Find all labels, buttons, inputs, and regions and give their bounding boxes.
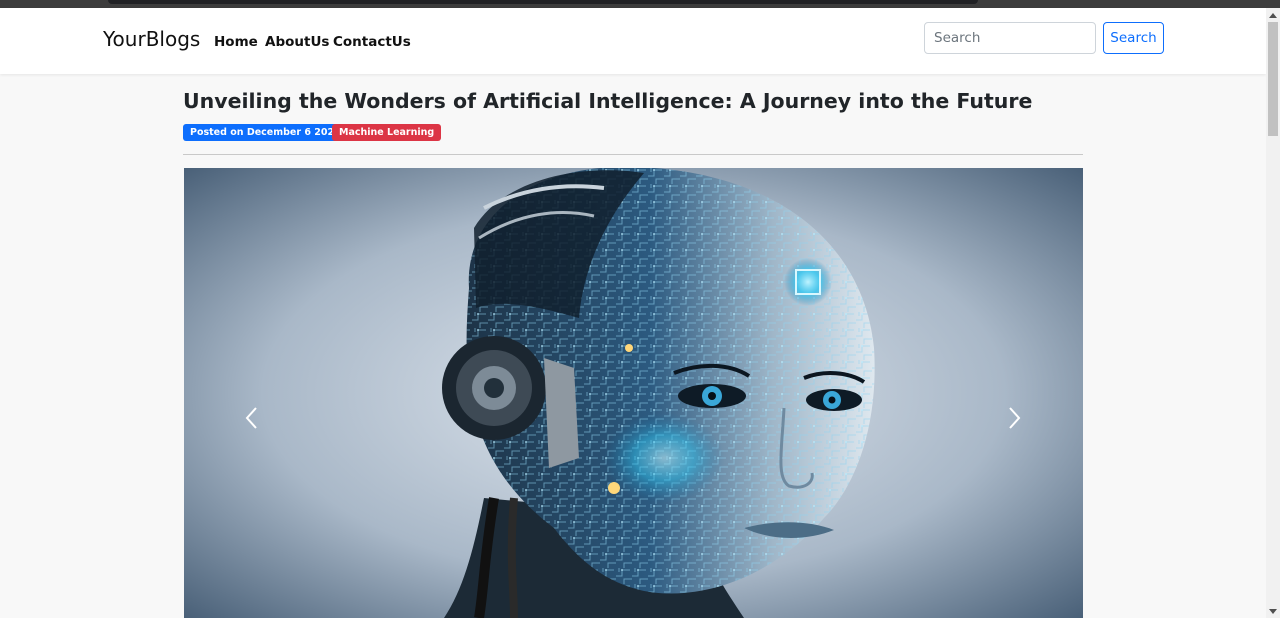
chevron-right-icon [1009, 407, 1021, 429]
browser-tab-edge [108, 0, 978, 4]
image-carousel[interactable] [184, 168, 1083, 618]
chevron-left-icon [245, 407, 257, 429]
brand-logo[interactable]: YourBlogs [103, 27, 200, 51]
browser-top-strip [0, 0, 1280, 8]
date-badge: Posted on December 6 2023 [183, 124, 348, 141]
caret-down-icon [1269, 608, 1277, 614]
page-scrollbar[interactable] [1266, 8, 1280, 618]
carousel-prev-button[interactable] [221, 398, 281, 438]
nav-aboutus[interactable]: AboutUs [265, 34, 329, 50]
search-button[interactable]: Search [1103, 22, 1164, 54]
category-badge[interactable]: Machine Learning [332, 124, 442, 141]
ai-robot-head-image [184, 168, 1083, 618]
carousel-next-button[interactable] [985, 398, 1045, 438]
scroll-up-button[interactable] [1266, 8, 1280, 22]
navbar: YourBlogs Home AboutUs ContactUs Search [0, 8, 1266, 74]
nav-home[interactable]: Home [214, 34, 258, 50]
title-divider [183, 154, 1083, 155]
post-title: Unveiling the Wonders of Artificial Inte… [183, 89, 1033, 113]
scroll-down-button[interactable] [1266, 604, 1280, 618]
caret-up-icon [1269, 12, 1277, 18]
scroll-thumb[interactable] [1268, 22, 1278, 136]
search-input[interactable] [924, 22, 1096, 54]
nav-contactus[interactable]: ContactUs [333, 34, 411, 50]
